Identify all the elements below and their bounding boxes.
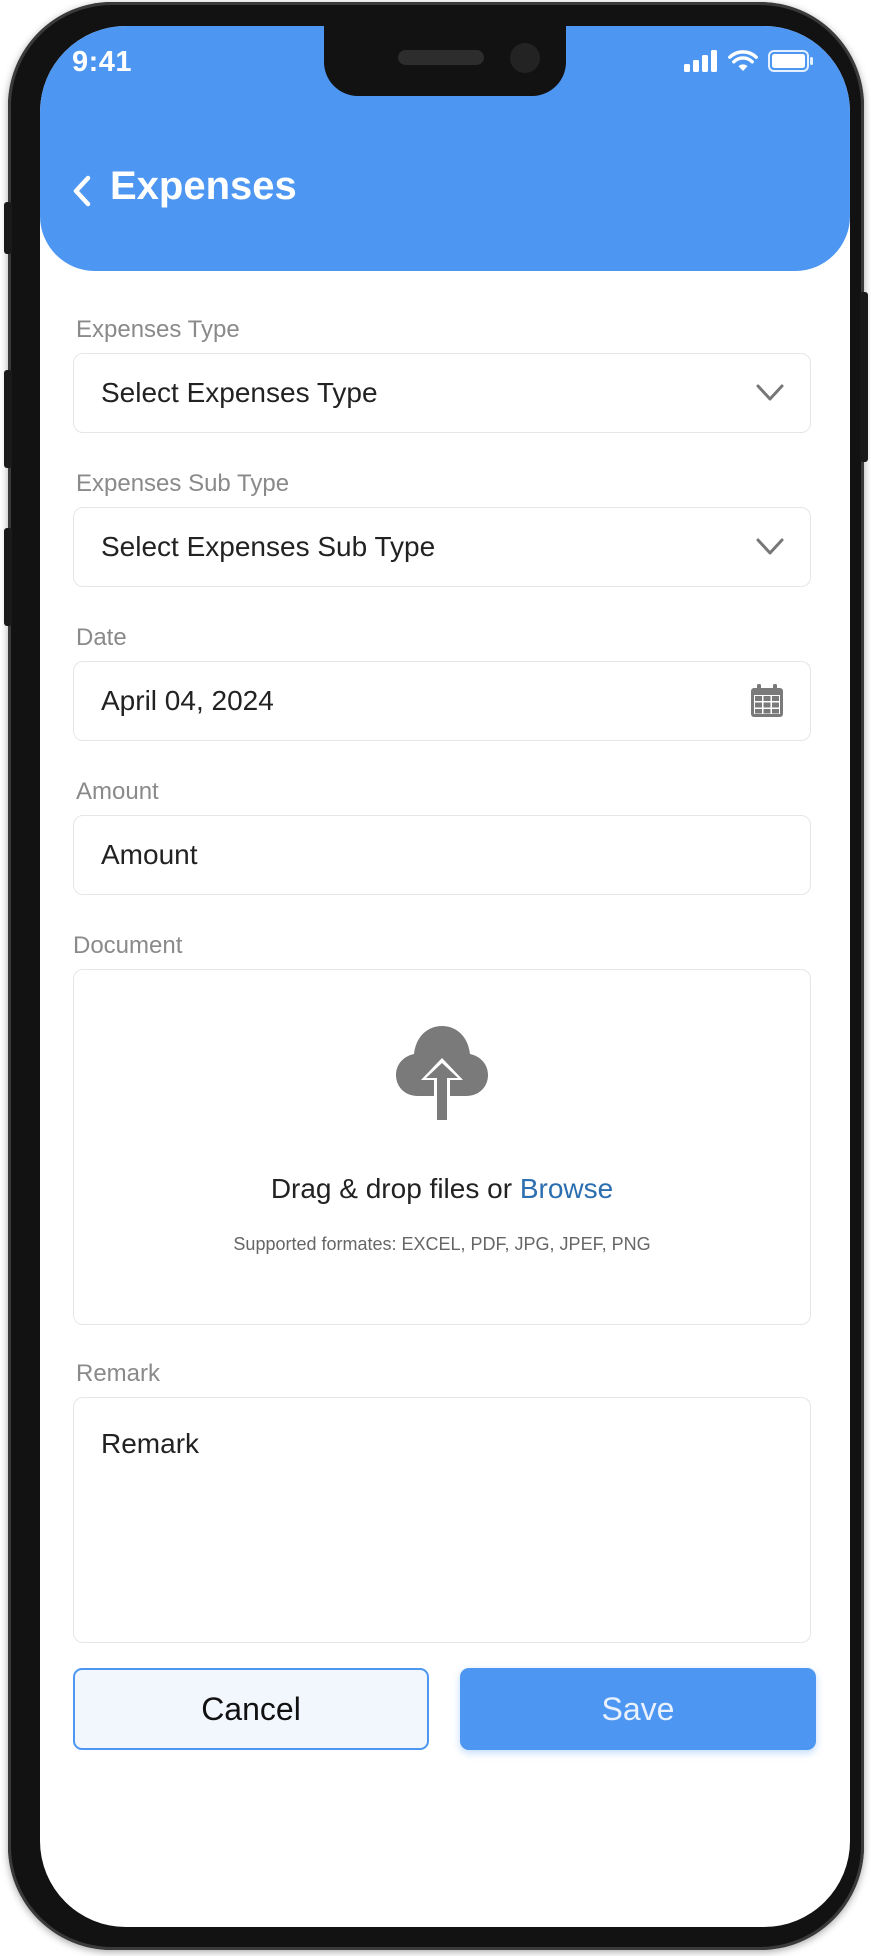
chevron-left-icon: [73, 175, 91, 207]
amount-input[interactable]: Amount: [73, 815, 811, 895]
expenses-type-dropdown[interactable]: Select Expenses Type: [73, 353, 811, 433]
battery-icon: [768, 50, 813, 72]
drag-drop-text: Drag & drop files or: [270, 1173, 520, 1204]
page-title: Expenses: [110, 164, 297, 208]
status-time: 9:41: [72, 46, 133, 78]
phone-frame: 9:41 Expenses Expenses Type Select Expen…: [4, 2, 868, 1950]
date-field[interactable]: April 04, 2024: [73, 661, 811, 741]
supported-formats-text: Supported formates: EXCEL, PDF, JPG, JPE…: [233, 1234, 651, 1254]
amount-placeholder: Amount: [101, 839, 198, 870]
status-icons: [684, 50, 814, 72]
wifi-icon: [728, 50, 758, 71]
earpiece-speaker: [398, 50, 484, 65]
volume-up-button: [4, 370, 12, 468]
volume-down-button: [4, 528, 12, 626]
chevron-down-icon: [756, 538, 784, 555]
cloud-upload-icon: [396, 1026, 488, 1124]
date-value: April 04, 2024: [101, 685, 274, 716]
expenses-type-value: Select Expenses Type: [101, 377, 378, 408]
mute-switch: [4, 202, 12, 254]
calendar-button[interactable]: [749, 683, 785, 719]
date-label: Date: [76, 624, 127, 651]
calendar-icon: [751, 684, 783, 717]
expenses-sub-type-dropdown[interactable]: Select Expenses Sub Type: [73, 507, 811, 587]
browse-link[interactable]: Browse: [520, 1173, 613, 1204]
chevron-down-icon: [756, 384, 784, 401]
cancel-button[interactable]: Cancel: [73, 1668, 429, 1750]
expenses-type-label: Expenses Type: [76, 316, 240, 343]
remark-label: Remark: [76, 1360, 161, 1387]
back-button[interactable]: [70, 161, 110, 221]
document-upload-area[interactable]: Drag & drop files or Browse Supported fo…: [73, 969, 811, 1325]
app-screen: 9:41 Expenses Expenses Type Select Expen…: [40, 26, 850, 1927]
front-camera: [510, 43, 540, 73]
document-label: Document: [73, 932, 183, 959]
upload-instructions: Drag & drop files or Browse: [74, 1173, 810, 1205]
remark-textarea[interactable]: Remark: [73, 1397, 811, 1643]
remark-placeholder: Remark: [101, 1428, 200, 1459]
expenses-sub-type-value: Select Expenses Sub Type: [101, 531, 436, 562]
power-button: [860, 292, 868, 462]
amount-label: Amount: [76, 778, 159, 805]
device-notch: [324, 26, 566, 96]
save-button[interactable]: Save: [460, 1668, 816, 1750]
expenses-sub-type-label: Expenses Sub Type: [76, 470, 290, 497]
signal-icon: [684, 50, 717, 72]
